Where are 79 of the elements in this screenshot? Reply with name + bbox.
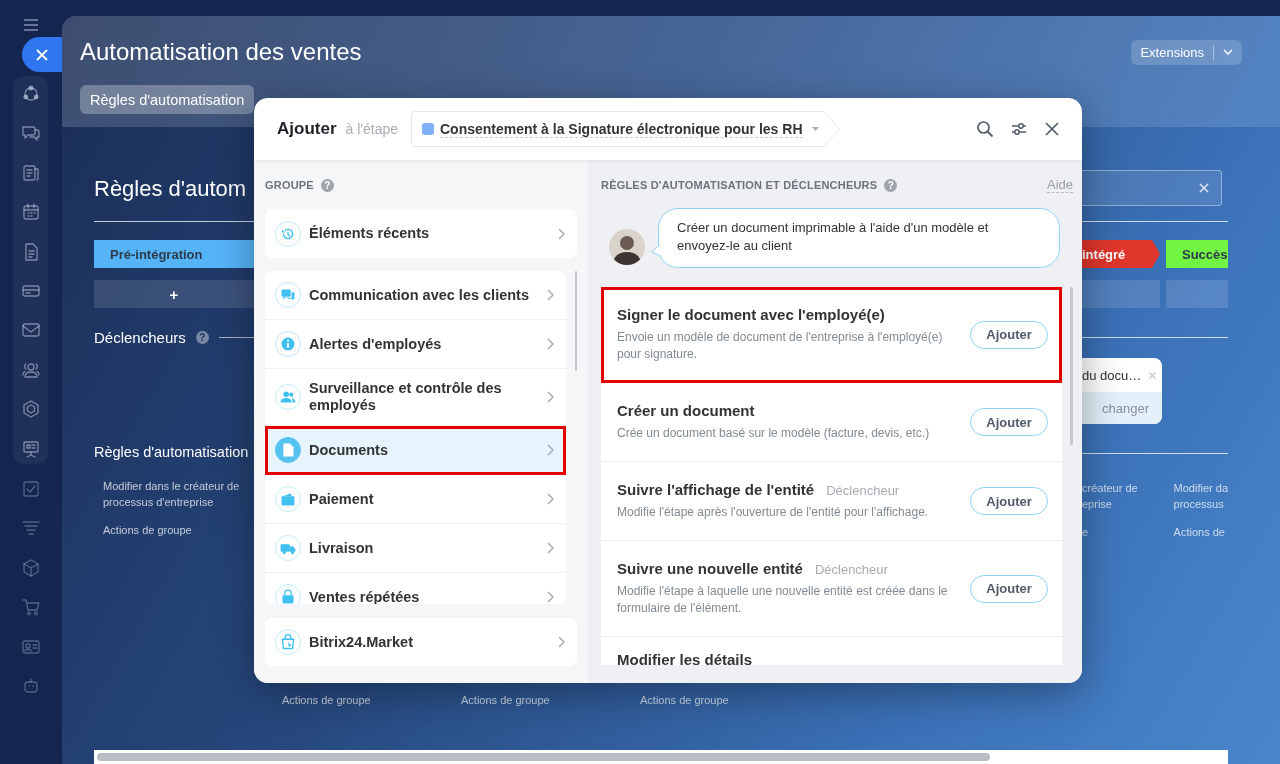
rule-title: Suivre l'affichage de l'entité bbox=[617, 481, 815, 498]
calendar-icon[interactable] bbox=[20, 202, 41, 223]
close-button[interactable] bbox=[22, 37, 62, 72]
rule-title: Suivre une nouvelle entité bbox=[617, 560, 803, 577]
help-icon: ? bbox=[884, 178, 898, 192]
close-icon[interactable] bbox=[1044, 121, 1060, 137]
history-icon bbox=[275, 220, 301, 247]
tab[interactable]: Règles d'automatisation bbox=[80, 85, 255, 114]
chevron-icon bbox=[546, 591, 554, 603]
section-heading: Règles d'autom bbox=[94, 177, 248, 201]
section-heading: Déclencheurs bbox=[94, 328, 186, 346]
chevron-down-icon bbox=[1223, 49, 1233, 55]
bubble-tail-icon bbox=[651, 244, 660, 256]
chevron-icon bbox=[557, 636, 565, 648]
document-icon bbox=[275, 437, 301, 463]
people-icon bbox=[275, 384, 301, 410]
stage-selector[interactable]: Consentement à la Signature électronique pour les RH bbox=[411, 111, 841, 147]
chevron-icon bbox=[546, 444, 554, 456]
info-icon bbox=[275, 331, 301, 357]
rule-description: Envoie un modèle de document de l'entreprise à l'employé(e) pour signature. bbox=[617, 329, 944, 363]
board-icon[interactable] bbox=[20, 438, 41, 459]
rule-description: Modifie l'étape après l'ouverture de l'entité pour l'affichage. bbox=[617, 504, 930, 521]
shopping-bag-icon bbox=[275, 629, 301, 655]
dialog-title: Ajouter bbox=[277, 119, 337, 139]
chevron-icon bbox=[546, 338, 554, 350]
trigger-tag: Déclencheur bbox=[814, 562, 888, 577]
edit-link[interactable]: créateur de eprise bbox=[1082, 481, 1174, 512]
horizontal-scrollbar[interactable] bbox=[94, 750, 1228, 764]
cube-icon[interactable] bbox=[21, 557, 41, 578]
trigger-title: du docu… bbox=[1082, 367, 1142, 383]
clear-icon[interactable] bbox=[1199, 183, 1209, 193]
section-caption: GROUPE bbox=[265, 179, 314, 191]
group-item[interactable]: Éléments récents bbox=[265, 209, 577, 258]
chevron-icon bbox=[546, 493, 554, 505]
edit-link[interactable]: Modifier dans le créateur de processus d'entreprise bbox=[94, 479, 254, 510]
cart-icon[interactable] bbox=[21, 597, 41, 618]
rule-description: Crée un document basé sur le modèle (facture, devis, etc.) bbox=[617, 425, 931, 442]
avatar bbox=[609, 229, 645, 265]
group-item[interactable]: Documents bbox=[265, 426, 566, 475]
flow-icon[interactable] bbox=[20, 84, 41, 104]
checkbox-icon[interactable] bbox=[21, 479, 41, 499]
section-caption: RÈGLES D'AUTOMATISATION ET DÉCLENCHEURS bbox=[601, 179, 878, 191]
stage-prefix: à l'étape bbox=[345, 121, 398, 137]
trigger-tag: Déclencheur bbox=[826, 483, 900, 498]
add-button[interactable]: Ajouter bbox=[970, 574, 1048, 603]
news-icon[interactable] bbox=[20, 162, 41, 183]
group-actions-link[interactable]: Actions de groupe bbox=[461, 693, 640, 709]
rule-title: Signer le document avec l'employé(e) bbox=[617, 306, 885, 323]
stage-label: Succès bbox=[1166, 240, 1228, 268]
help-icon: ? bbox=[320, 178, 334, 192]
chevron-icon bbox=[546, 391, 554, 403]
add-button[interactable]: Ajouter bbox=[970, 408, 1048, 436]
wallet-icon bbox=[275, 486, 301, 512]
add-button[interactable]: Ajouter bbox=[970, 487, 1048, 515]
close-icon bbox=[36, 48, 48, 61]
help-icon: ? bbox=[195, 330, 209, 344]
truck-icon bbox=[275, 535, 301, 561]
stage-label: intégré bbox=[1082, 240, 1160, 268]
search-field[interactable] bbox=[1082, 170, 1222, 206]
add-button[interactable]: Ajouter bbox=[970, 320, 1048, 349]
hexagon-icon[interactable] bbox=[20, 399, 41, 420]
chevron-icon bbox=[546, 289, 554, 301]
stage-label: Pré-intégration bbox=[94, 240, 254, 268]
menu-icon[interactable] bbox=[24, 19, 38, 31]
group-actions-link[interactable]: Actions de groupe bbox=[94, 523, 254, 539]
section-heading: Règles d'automatisation bbox=[94, 444, 250, 460]
search-icon[interactable] bbox=[976, 120, 994, 138]
group-actions-link[interactable]: Actions de groupe bbox=[640, 693, 819, 709]
rule-description: Modifie l'étape à laquelle une nouvelle entité est créée dans le formulaire de l'élément. bbox=[617, 583, 949, 617]
chat-icon bbox=[275, 282, 301, 308]
chevron-icon bbox=[546, 542, 554, 554]
chevron-icon bbox=[557, 227, 565, 240]
group-actions-link[interactable]: Actions de groupe bbox=[282, 693, 461, 709]
settings-icon[interactable] bbox=[1010, 120, 1028, 138]
page-title: Automatisation des ventes bbox=[80, 38, 362, 66]
group-item[interactable]: Bitrix24.Market bbox=[265, 618, 577, 666]
rule-title: Modifier les détails bbox=[617, 651, 753, 665]
add-stage-button[interactable]: + bbox=[94, 280, 254, 308]
rule-title: Créer un document bbox=[617, 402, 755, 419]
